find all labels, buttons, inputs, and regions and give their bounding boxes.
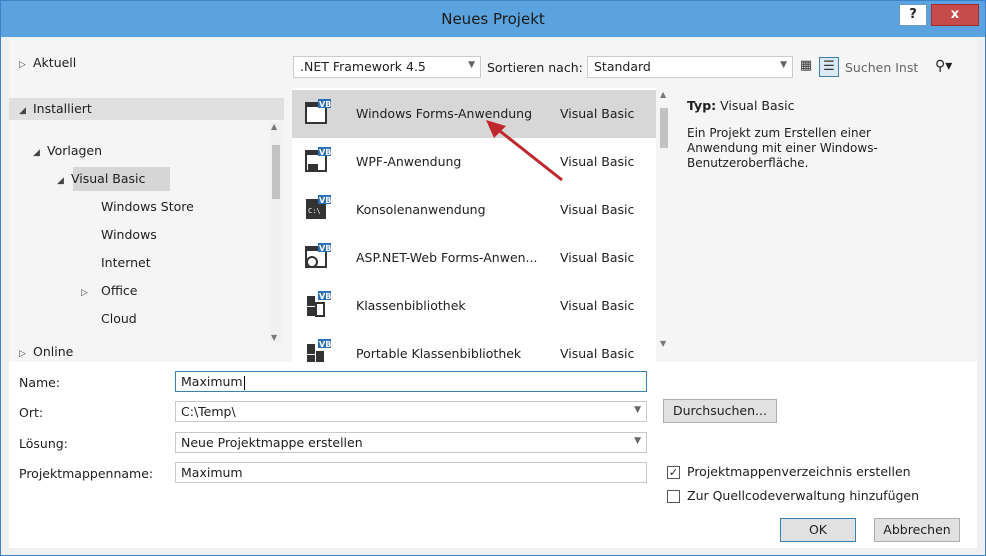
template-list-scrollbar[interactable]: ▲ ▼: [656, 88, 672, 362]
template-row[interactable]: VB ASP.NET-Web Forms-Anwen... Visual Bas…: [292, 234, 656, 282]
class-library-icon: VB: [307, 291, 331, 317]
template-description: Ein Projekt zum Erstellen einer Anwendun…: [687, 126, 878, 170]
help-button[interactable]: ?: [899, 4, 927, 26]
collapse-arrow-icon[interactable]: ◢: [19, 106, 33, 116]
scroll-up-icon[interactable]: ▲: [271, 122, 277, 131]
expand-arrow-icon[interactable]: ▷: [81, 288, 95, 298]
tree-item-online[interactable]: ▷ Online: [19, 344, 73, 359]
template-row[interactable]: VB WPF-Anwendung Visual Basic: [292, 138, 656, 186]
template-name: ASP.NET-Web Forms-Anwen...: [356, 250, 538, 265]
chevron-down-icon[interactable]: ▼: [634, 405, 641, 415]
tree-item-visual-basic[interactable]: ◢ Visual Basic: [57, 171, 145, 186]
search-icon[interactable]: ⚲▾: [935, 58, 952, 74]
chevron-down-icon: ▼: [780, 60, 787, 70]
source-control-checkbox[interactable]: [667, 490, 680, 503]
name-input[interactable]: Maximum: [175, 371, 647, 392]
collapse-arrow-icon[interactable]: ◢: [33, 148, 47, 158]
expand-arrow-icon[interactable]: ▷: [19, 349, 33, 359]
create-directory-label[interactable]: Projektmappenverzeichnis erstellen: [687, 464, 911, 479]
template-language: Visual Basic: [560, 346, 635, 361]
scroll-down-icon[interactable]: ▼: [271, 333, 277, 342]
scroll-down-icon[interactable]: ▼: [660, 339, 666, 348]
sort-label: Sortieren nach:: [487, 60, 583, 75]
text-caret: [243, 375, 245, 390]
svg-text:VB: VB: [319, 244, 331, 253]
solution-label: Lösung:: [19, 436, 68, 451]
tree-item-office[interactable]: ▷ Office: [81, 283, 138, 298]
template-language: Visual Basic: [560, 298, 635, 313]
source-control-label[interactable]: Zur Quellcodeverwaltung hinzufügen: [687, 488, 919, 503]
template-details: Typ: Visual Basic Ein Projekt zum Erstel…: [681, 88, 977, 362]
annotation-arrow-icon: [486, 120, 563, 182]
template-row[interactable]: VB Windows Forms-Anwendung Visual Basic: [292, 90, 656, 138]
template-list: VB Windows Forms-Anwendung Visual Basic …: [292, 88, 672, 362]
tree-item-installiert[interactable]: ◢ Installiert: [19, 101, 92, 116]
tree-item-windows-store[interactable]: Windows Store: [101, 199, 194, 214]
tree-item-cloud[interactable]: Cloud: [101, 311, 137, 326]
asp-web-forms-icon: VB: [305, 243, 331, 268]
tree-scrollbar[interactable]: ▲ ▼: [270, 122, 282, 342]
template-name: Konsolenanwendung: [356, 202, 486, 217]
template-row[interactable]: VB Klassenbibliothek Visual Basic: [292, 282, 656, 330]
template-name: Klassenbibliothek: [356, 298, 466, 313]
template-row[interactable]: VB Portable Klassenbibliothek Visual Bas…: [292, 330, 656, 362]
collapse-arrow-icon[interactable]: ◢: [57, 176, 71, 186]
svg-text:VB: VB: [319, 100, 331, 109]
tree-item-aktuell[interactable]: ▷ Aktuell: [19, 55, 76, 70]
tree-item-windows[interactable]: Windows: [101, 227, 157, 242]
portable-library-icon: VB: [307, 339, 331, 362]
wpf-app-icon: VB: [305, 147, 331, 172]
dialog-window: Neues Projekt ? x ▷ Aktuell ◢ Installiert …: [0, 0, 986, 556]
expand-arrow-icon[interactable]: ▷: [19, 60, 33, 70]
browse-button[interactable]: Durchsuchen...: [663, 399, 777, 423]
console-app-icon: C:\ VB: [306, 195, 331, 219]
type-value: Visual Basic: [720, 98, 795, 113]
template-row[interactable]: C:\ VB Konsolenanwendung Visual Basic: [292, 186, 656, 234]
template-language: Visual Basic: [560, 202, 635, 217]
sort-select[interactable]: Standard ▼: [587, 56, 793, 78]
dialog-content: ▷ Aktuell ◢ Installiert ◢ Vorlagen ◢ Visual …: [9, 38, 977, 548]
list-view-icon[interactable]: ☰: [819, 57, 839, 77]
template-language: Visual Basic: [560, 250, 635, 265]
svg-text:C:\: C:\: [308, 207, 321, 215]
cancel-button[interactable]: Abbrechen: [874, 518, 960, 542]
search-input[interactable]: Suchen Inst: [845, 60, 918, 75]
type-line: Typ: Visual Basic: [687, 98, 795, 113]
grid-view-icon[interactable]: ▦: [796, 57, 816, 77]
scrollbar-thumb[interactable]: [272, 145, 280, 199]
svg-text:VB: VB: [319, 292, 331, 301]
framework-select[interactable]: .NET Framework 4.5 ▼: [293, 56, 481, 78]
project-form: Name: Maximum Ort: C:\Temp\ ▼ Durchsuche…: [9, 362, 977, 548]
solution-name-input[interactable]: Maximum: [175, 462, 647, 483]
solution-select[interactable]: Neue Projektmappe erstellen ▼: [175, 432, 647, 453]
scrollbar-thumb[interactable]: [660, 108, 668, 148]
chevron-down-icon[interactable]: ▼: [634, 436, 641, 446]
title-bar[interactable]: Neues Projekt ? x: [1, 1, 985, 37]
tree-item-internet[interactable]: Internet: [101, 255, 151, 270]
chevron-down-icon: ▼: [468, 60, 475, 70]
svg-text:VB: VB: [319, 340, 331, 349]
svg-text:VB: VB: [319, 196, 331, 205]
dialog-title: Neues Projekt: [441, 10, 545, 28]
solution-name-label: Projektmappenname:: [19, 466, 154, 481]
location-label: Ort:: [19, 405, 44, 420]
scroll-up-icon[interactable]: ▲: [660, 90, 666, 99]
create-directory-checkbox[interactable]: ✓: [667, 466, 680, 479]
location-input[interactable]: C:\Temp\ ▼: [175, 401, 647, 422]
type-label: Typ:: [687, 98, 717, 113]
ok-button[interactable]: OK: [780, 518, 856, 542]
template-tree: ▷ Aktuell ◢ Installiert ◢ Vorlagen ◢ Visual …: [9, 52, 284, 359]
template-name: WPF-Anwendung: [356, 154, 462, 169]
tree-item-vorlagen[interactable]: ◢ Vorlagen: [33, 143, 102, 158]
close-button[interactable]: x: [931, 4, 979, 26]
name-label: Name:: [19, 375, 61, 390]
windows-forms-icon: VB: [305, 99, 331, 124]
svg-text:VB: VB: [319, 148, 331, 157]
template-name: Portable Klassenbibliothek: [356, 346, 522, 361]
